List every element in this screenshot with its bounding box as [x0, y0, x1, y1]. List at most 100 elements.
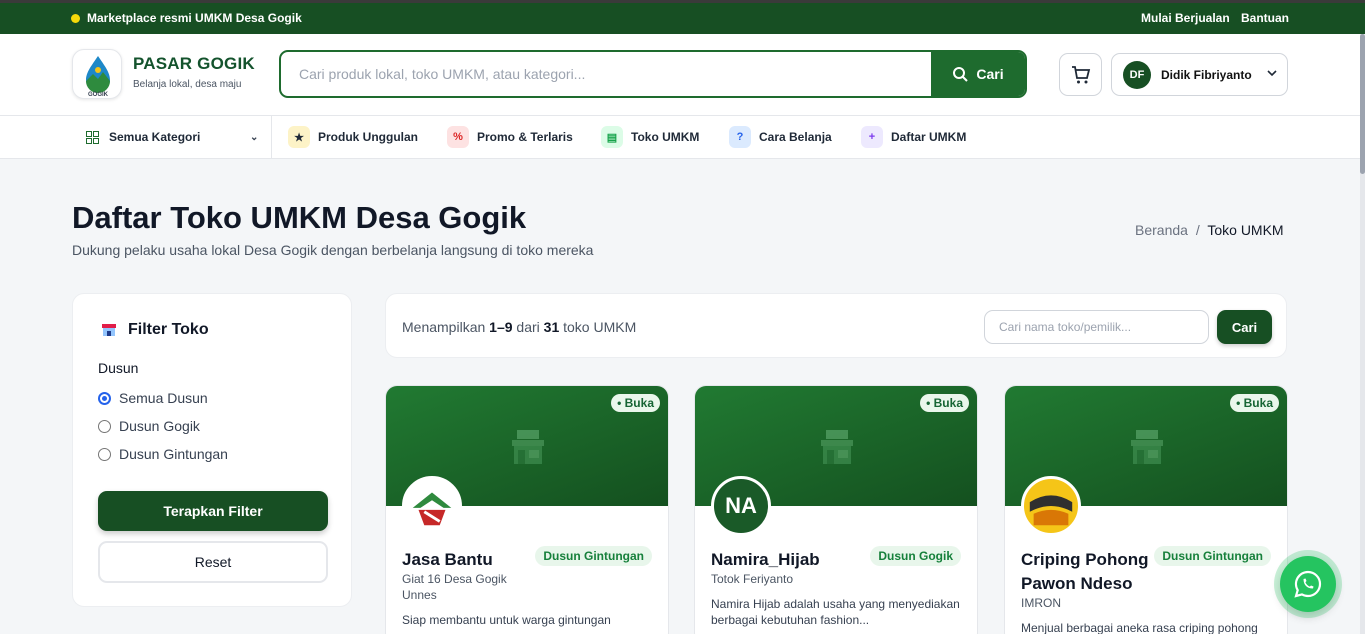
radio-label: Semua Dusun	[119, 390, 208, 406]
store-icon: ▤	[601, 126, 623, 148]
radio-label: Dusun Gogik	[119, 418, 200, 434]
status-badge: • Buka	[920, 394, 969, 412]
nav-divider	[271, 116, 272, 159]
all-categories-label: Semua Kategori	[109, 130, 201, 144]
shop-name-line-2: Pawon Ndeso	[1021, 574, 1133, 593]
nav-item-toko-umkm[interactable]: ▤ Toko UMKM	[601, 126, 699, 148]
top-announcement-bar: Marketplace resmi UMKM Desa Gogik Mulai …	[0, 0, 1365, 34]
search-icon	[953, 67, 969, 82]
percent-icon: %	[447, 126, 469, 148]
cart-icon	[1071, 65, 1090, 83]
main-search: Cari	[279, 50, 1027, 98]
whatsapp-icon	[1294, 570, 1322, 598]
grid-icon	[86, 130, 99, 144]
chevron-down-icon	[1267, 70, 1277, 77]
dusun-label: Dusun	[98, 360, 139, 376]
shop-owner: Giat 16 Desa Gogik	[402, 572, 507, 586]
nav-item-produk-unggulan[interactable]: ★ Produk Unggulan	[288, 126, 418, 148]
results-prefix: Menampilkan	[402, 319, 486, 335]
cart-button[interactable]	[1059, 53, 1102, 96]
status-badge: • Buka	[1230, 394, 1279, 412]
help-link[interactable]: Bantuan	[1241, 11, 1289, 25]
shop-card[interactable]: • Buka Criping Pohong Pawon Ndeso Dusun …	[1004, 385, 1288, 634]
star-icon: ★	[288, 126, 310, 148]
filter-title: Filter Toko	[128, 321, 209, 338]
page-title: Daftar Toko UMKM Desa Gogik	[72, 200, 527, 235]
results-range: 1–9	[489, 319, 513, 335]
shop-icon	[102, 324, 116, 336]
site-logo[interactable]: GOGIK	[72, 49, 122, 99]
radio-button[interactable]	[98, 419, 111, 433]
main-search-input[interactable]	[281, 52, 931, 96]
apply-filter-button[interactable]: Terapkan Filter	[98, 491, 328, 531]
shop-name[interactable]: Jasa Bantu	[402, 548, 493, 572]
results-total: 31	[543, 319, 560, 335]
filter-panel: Filter Toko Dusun Semua Dusun Dusun Gogi…	[72, 293, 352, 607]
start-selling-link[interactable]: Mulai Berjualan	[1141, 11, 1230, 25]
nav-item-label: Promo & Terlaris	[477, 130, 573, 144]
radio-semua-dusun[interactable]: Semua Dusun	[98, 390, 208, 406]
breadcrumb-current: Toko UMKM	[1207, 222, 1284, 238]
user-name: Didik Fibriyanto	[1161, 68, 1252, 82]
nav-item-promo[interactable]: % Promo & Terlaris	[447, 126, 573, 148]
shop-owner: Totok Feriyanto	[711, 572, 794, 586]
logo-emblem-icon: GOGIK	[86, 56, 110, 98]
chevron-down-icon: ⌄	[250, 132, 259, 143]
shop-card[interactable]: • Buka NA Namira_Hijab Dusun Gogik Totok…	[694, 385, 978, 634]
radio-label: Dusun Gintungan	[119, 446, 228, 462]
radio-dusun-gintungan[interactable]: Dusun Gintungan	[98, 446, 228, 462]
radio-button-selected[interactable]	[98, 391, 111, 405]
radio-dusun-gogik[interactable]: Dusun Gogik	[98, 418, 200, 434]
results-toolbar: Menampilkan 1–9 dari 31 toko UMKM Cari	[385, 293, 1287, 358]
shop-logo-icon	[405, 479, 459, 533]
shop-description: Namira Hijab adalah usaha yang menyediak…	[711, 597, 960, 627]
shop-description: Siap membantu untuk warga gintungan	[402, 613, 611, 627]
reset-filter-button[interactable]: Reset	[98, 541, 328, 583]
shop-search-button[interactable]: Cari	[1217, 310, 1272, 344]
shop-avatar	[402, 476, 462, 536]
nav-item-cara-belanja[interactable]: ? Cara Belanja	[729, 126, 832, 148]
nav-item-daftar-umkm[interactable]: + Daftar UMKM	[861, 126, 966, 148]
nav-item-label: Toko UMKM	[631, 130, 700, 144]
shop-name[interactable]: Namira_Hijab	[711, 548, 820, 572]
results-suffix: toko UMKM	[563, 319, 637, 335]
whatsapp-button[interactable]	[1280, 556, 1336, 612]
main-search-button[interactable]: Cari	[931, 52, 1025, 96]
results-count: Menampilkan 1–9 dari 31 toko UMKM	[402, 319, 636, 335]
dusun-badge: Dusun Gintungan	[535, 546, 652, 566]
shop-owner-affiliation: Unnes	[402, 588, 437, 602]
nav-item-label: Daftar UMKM	[891, 130, 967, 144]
user-menu[interactable]: DF Didik Fibriyanto	[1111, 53, 1288, 96]
shop-initials: NA	[725, 493, 757, 518]
announcement-text: Marketplace resmi UMKM Desa Gogik	[87, 11, 302, 25]
main-search-button-label: Cari	[976, 66, 1004, 82]
dusun-badge: Dusun Gogik	[870, 546, 961, 566]
results-of: dari	[516, 319, 540, 335]
shop-search-input[interactable]	[984, 310, 1209, 344]
shop-avatar	[1021, 476, 1081, 536]
breadcrumb-home-link[interactable]: Beranda	[1135, 222, 1188, 238]
breadcrumb-separator: /	[1195, 222, 1200, 238]
all-categories-dropdown[interactable]: Semua Kategori	[86, 130, 200, 144]
store-24h-icon	[512, 430, 544, 464]
store-24h-icon	[1131, 430, 1163, 464]
shop-owner: IMRON	[1021, 596, 1061, 610]
brand-tagline: Belanja lokal, desa maju	[133, 79, 242, 90]
breadcrumb: Beranda / Toko UMKM	[1135, 222, 1284, 238]
shop-name-line-1: Criping Pohong	[1021, 550, 1149, 569]
page-scrollbar-thumb[interactable]	[1360, 34, 1365, 174]
store-24h-icon	[821, 430, 853, 464]
page-subtitle: Dukung pelaku usaha lokal Desa Gogik den…	[72, 242, 594, 258]
avatar: DF	[1123, 61, 1151, 89]
site-header: GOGIK PASAR GOGIK Belanja lokal, desa ma…	[0, 34, 1360, 116]
status-badge: • Buka	[611, 394, 660, 412]
shop-name[interactable]: Criping Pohong Pawon Ndeso	[1021, 548, 1148, 596]
nav-item-label: Cara Belanja	[759, 130, 832, 144]
radio-button[interactable]	[98, 447, 111, 461]
shop-card[interactable]: • Buka Jasa Bantu Dusun Gintungan Giat 1…	[385, 385, 669, 634]
status-dot-icon	[71, 14, 80, 23]
svg-text:GOGIK: GOGIK	[88, 92, 109, 98]
brand-name[interactable]: PASAR GOGIK	[133, 54, 255, 74]
shop-avatar: NA	[711, 476, 771, 536]
shop-logo-icon	[1024, 479, 1078, 533]
